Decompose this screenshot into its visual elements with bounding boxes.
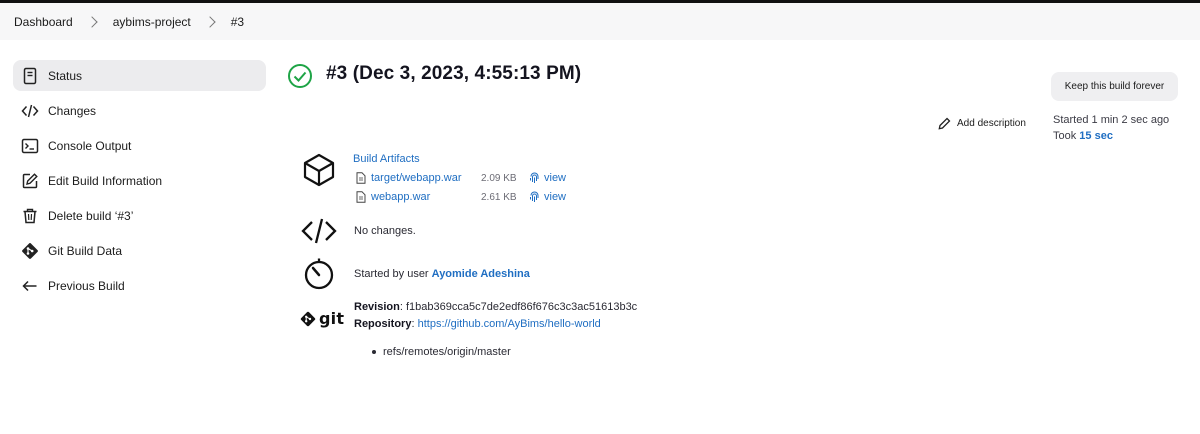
revision-label: Revision bbox=[354, 301, 400, 313]
build-duration: Took 15 sec bbox=[1053, 128, 1113, 144]
sidebar-item-label: Changes bbox=[48, 103, 97, 118]
sidebar-item-console-output[interactable]: Console Output bbox=[13, 130, 266, 161]
add-description-button[interactable]: Add description bbox=[938, 117, 1026, 130]
revision-line: Revision: f1bab369cca5c7de2edf86f676c3c3… bbox=[354, 301, 637, 313]
sidebar-item-status[interactable]: Status bbox=[13, 60, 266, 91]
git-logo-text: git bbox=[319, 309, 345, 328]
pencil-icon bbox=[938, 117, 951, 130]
build-artifacts-link[interactable]: Build Artifacts bbox=[353, 153, 420, 165]
started-time: Started 1 min 2 sec ago bbox=[1053, 114, 1170, 126]
terminal-icon bbox=[21, 137, 39, 155]
breadcrumb-dashboard[interactable]: Dashboard bbox=[14, 15, 73, 29]
artifact-row: target/webapp.war 2.09 KB view bbox=[356, 170, 586, 186]
bullet-icon bbox=[372, 350, 376, 354]
chevron-right-icon bbox=[86, 15, 98, 28]
success-check-icon bbox=[287, 63, 313, 89]
page-title: #3 (Dec 3, 2023, 4:55:13 PM) bbox=[326, 63, 582, 84]
sidebar-item-label: Edit Build Information bbox=[48, 173, 163, 188]
duration-link[interactable]: 15 sec bbox=[1079, 130, 1113, 142]
artifact-link[interactable]: webapp.war bbox=[371, 191, 481, 203]
user-link[interactable]: Ayomide Adeshina bbox=[432, 268, 530, 280]
package-icon bbox=[301, 152, 337, 188]
git-logo: git bbox=[300, 309, 344, 328]
git-icon bbox=[21, 242, 39, 260]
breadcrumb-project[interactable]: aybims-project bbox=[113, 15, 191, 29]
fingerprint-icon[interactable] bbox=[529, 172, 540, 184]
sidebar: Status Changes Console Output Edit Build… bbox=[13, 60, 266, 305]
took-prefix: Took bbox=[1053, 130, 1080, 142]
file-icon bbox=[356, 191, 366, 203]
keep-build-forever-button[interactable]: Keep this build forever bbox=[1051, 72, 1178, 101]
breadcrumb-build[interactable]: #3 bbox=[231, 15, 244, 29]
fingerprint-icon[interactable] bbox=[529, 191, 540, 203]
arrow-left-icon bbox=[21, 277, 39, 295]
artifact-row: webapp.war 2.61 KB view bbox=[356, 189, 586, 205]
code-icon bbox=[301, 213, 337, 249]
sidebar-item-changes[interactable]: Changes bbox=[13, 95, 266, 126]
no-changes-text: No changes. bbox=[354, 225, 416, 237]
document-icon bbox=[21, 67, 39, 85]
artifact-view-link[interactable]: view bbox=[544, 191, 566, 203]
sidebar-item-edit-build-information[interactable]: Edit Build Information bbox=[13, 165, 266, 196]
artifact-view-link[interactable]: view bbox=[544, 172, 566, 184]
code-icon bbox=[21, 102, 39, 120]
file-icon bbox=[356, 172, 366, 184]
git-logo-icon bbox=[300, 311, 316, 326]
artifact-size: 2.09 KB bbox=[481, 172, 517, 184]
sidebar-item-label: Status bbox=[48, 68, 83, 83]
artifact-size: 2.61 KB bbox=[481, 191, 517, 203]
timer-icon bbox=[301, 256, 337, 292]
repository-label: Repository bbox=[354, 318, 412, 330]
sidebar-item-label: Previous Build bbox=[48, 278, 125, 293]
edit-icon bbox=[21, 172, 39, 190]
chevron-right-icon bbox=[204, 15, 216, 28]
revision-hash: f1bab369cca5c7de2edf86f676c3c3ac51613b3c bbox=[405, 301, 638, 313]
add-description-label: Add description bbox=[957, 118, 1026, 129]
branch-list-item: refs/remotes/origin/master bbox=[372, 346, 511, 358]
artifact-link[interactable]: target/webapp.war bbox=[371, 172, 481, 184]
build-cause: Started by user Ayomide Adeshina bbox=[354, 268, 530, 280]
repository-link[interactable]: https://github.com/AyBims/hello-world bbox=[418, 318, 601, 330]
sidebar-item-git-build-data[interactable]: Git Build Data bbox=[13, 235, 266, 266]
breadcrumb-bar: Dashboard aybims-project #3 bbox=[0, 0, 1200, 40]
sidebar-item-label: Git Build Data bbox=[48, 243, 123, 258]
repository-line: Repository: https://github.com/AyBims/he… bbox=[354, 318, 601, 330]
sidebar-item-label: Console Output bbox=[48, 138, 132, 153]
sidebar-item-delete-build[interactable]: Delete build ‘#3’ bbox=[13, 200, 266, 231]
breadcrumb: Dashboard aybims-project #3 bbox=[14, 3, 244, 40]
trash-icon bbox=[21, 207, 39, 225]
sidebar-item-label: Delete build ‘#3’ bbox=[48, 208, 134, 223]
sidebar-item-previous-build[interactable]: Previous Build bbox=[13, 270, 266, 301]
cause-prefix: Started by user bbox=[354, 268, 432, 280]
branch-name: refs/remotes/origin/master bbox=[383, 346, 511, 358]
